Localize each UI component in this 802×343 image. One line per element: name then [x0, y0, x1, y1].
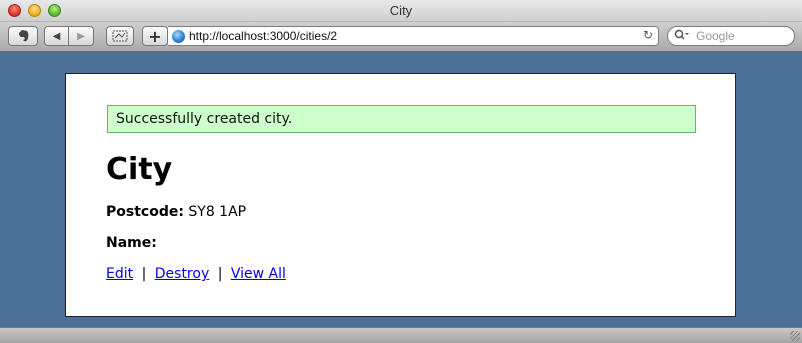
status-bar [0, 327, 802, 343]
browser-toolbar: ◀ ▶ + http://localhost:3000/cities/2 ↻ G… [0, 22, 802, 52]
action-links: Edit | Destroy | View All [106, 266, 286, 282]
edit-link[interactable]: Edit [106, 266, 133, 282]
resize-grip-icon[interactable] [790, 331, 800, 341]
search-placeholder: Google [696, 29, 735, 43]
clipping-icon [112, 30, 128, 42]
view-all-link[interactable]: View All [231, 266, 286, 282]
back-button[interactable]: ◀ [44, 26, 69, 46]
name-field: Name: [106, 235, 157, 251]
clip-button[interactable] [106, 26, 134, 46]
evernote-button[interactable] [8, 26, 38, 46]
flash-notice: Successfully created city. [107, 105, 696, 133]
page-content: Successfully created city. City Postcode… [65, 73, 736, 317]
search-icon [674, 29, 690, 44]
evernote-icon [19, 30, 29, 42]
globe-icon [172, 30, 185, 43]
forward-arrow-icon: ▶ [77, 30, 85, 42]
reload-icon[interactable]: ↻ [643, 28, 653, 42]
name-label: Name: [106, 235, 157, 251]
postcode-field: Postcode: SY8 1AP [106, 204, 246, 220]
postcode-value: SY8 1AP [188, 204, 247, 220]
forward-button[interactable]: ▶ [69, 26, 94, 46]
search-field[interactable]: Google [667, 26, 795, 46]
postcode-label: Postcode: [106, 204, 184, 220]
link-separator: | [141, 266, 147, 282]
window-title: City [389, 3, 413, 18]
back-arrow-icon: ◀ [52, 30, 61, 42]
link-separator: | [217, 266, 223, 282]
destroy-link[interactable]: Destroy [155, 266, 209, 282]
add-bookmark-button[interactable]: + [142, 26, 168, 46]
title-bar: City [0, 0, 802, 22]
page-title: City [106, 152, 173, 187]
plus-icon: + [148, 26, 162, 46]
address-bar[interactable]: http://localhost:3000/cities/2 ↻ [168, 26, 659, 46]
address-url[interactable]: http://localhost:3000/cities/2 [189, 29, 337, 43]
